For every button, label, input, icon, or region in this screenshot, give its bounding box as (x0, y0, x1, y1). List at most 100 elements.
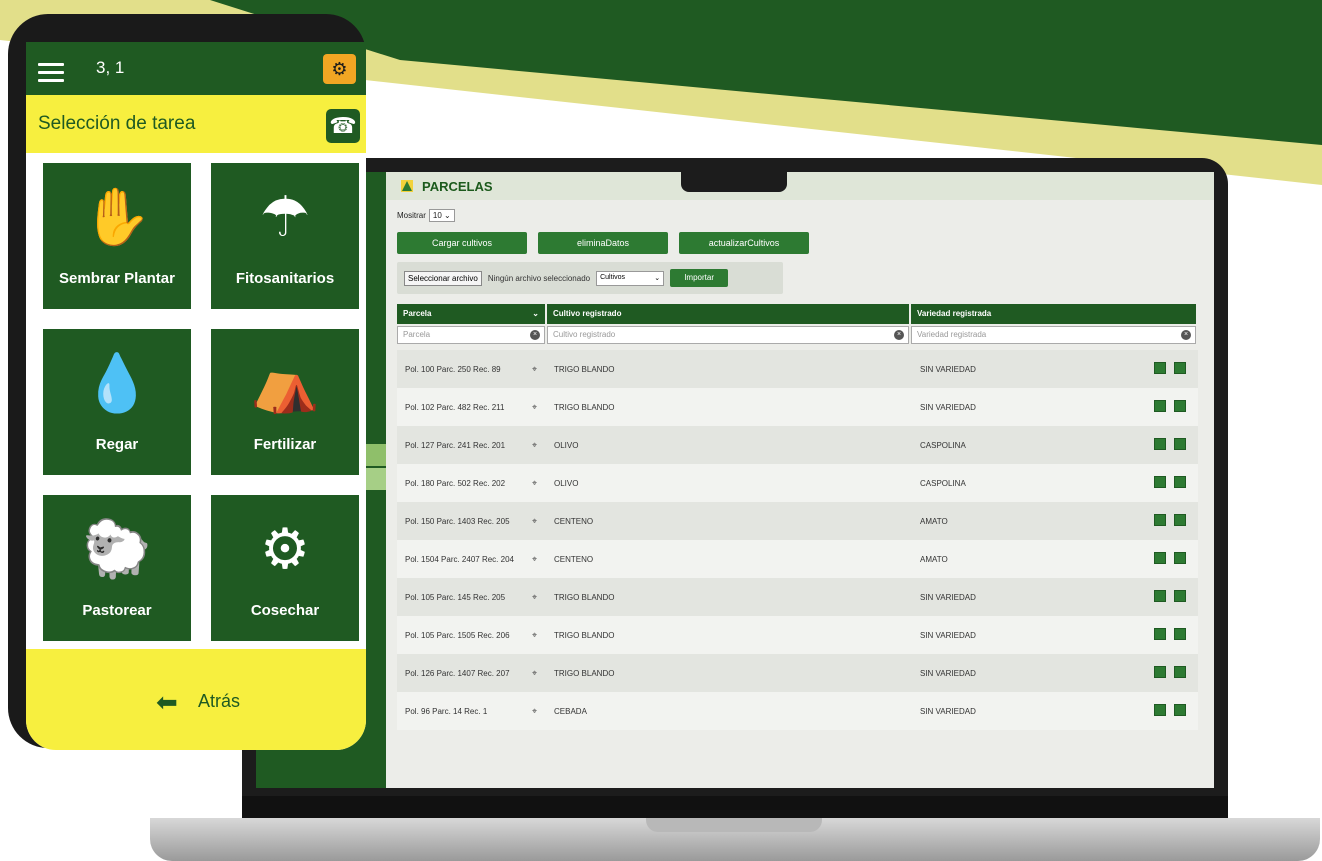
load-crops-button[interactable]: Cargar cultivos (397, 232, 527, 254)
edit-icon[interactable] (1154, 362, 1166, 374)
edit-icon[interactable] (1154, 704, 1166, 716)
edit-icon[interactable] (1154, 400, 1166, 412)
clear-icon[interactable]: × (894, 330, 904, 340)
row-actions (1154, 704, 1186, 716)
map-pin-icon[interactable]: ⌖ (532, 440, 544, 450)
edit-icon[interactable] (1154, 476, 1166, 488)
col-parcela[interactable]: Parcela ⌄ (397, 304, 545, 324)
table-row[interactable]: Pol. 105 Parc. 145 Rec. 205 ⌖ TRIGO BLANDO… (397, 578, 1198, 616)
clear-icon[interactable]: × (1181, 330, 1191, 340)
task-tile-label: Fertilizar (253, 436, 317, 453)
irrigation-icon: 💧 (82, 351, 152, 414)
map-pin-icon[interactable]: ⌖ (532, 402, 544, 412)
view-icon[interactable] (1174, 590, 1186, 602)
row-actions (1154, 476, 1186, 488)
view-icon[interactable] (1174, 400, 1186, 412)
cell-variedad: CASPOLINA (920, 440, 966, 450)
task-tile-graze[interactable]: 🐑 Pastorear (43, 495, 191, 641)
sort-icon: ⌄ (532, 309, 539, 318)
cell-parcela: Pol. 105 Parc. 145 Rec. 205 (405, 592, 506, 602)
delete-data-button[interactable]: eliminaDatos (538, 232, 668, 254)
table-row[interactable]: Pol. 180 Parc. 502 Rec. 202 ⌖ OLIVO CASPOLI… (397, 464, 1198, 502)
filter-cultivo[interactable]: Cultivo registrado × (547, 326, 909, 344)
crop-type-value: Cultivos (600, 273, 626, 281)
task-tile-phyto[interactable]: ☂ Fitosanitarios (211, 163, 359, 309)
fertilizer-bag-icon: ⛺ (250, 351, 320, 414)
map-pin-icon[interactable]: ⌖ (532, 364, 544, 374)
hamburger-menu-icon[interactable] (38, 63, 64, 82)
page-title: PARCELAS (422, 178, 493, 194)
table-row[interactable]: Pol. 1504 Parc. 2407 Rec. 204 ⌖ CENTENO AMA… (397, 540, 1198, 578)
sowing-hand-icon: ✋ (82, 185, 152, 248)
edit-icon[interactable] (1154, 666, 1166, 678)
row-actions (1154, 362, 1186, 374)
phone-frame: 3, 1 ⚙ Selección de tarea ☎ ✋ Sembrar Pl… (8, 14, 366, 750)
task-selection-bar: Selección de tarea ☎ (26, 95, 366, 153)
task-tile-label: Fitosanitarios (235, 270, 335, 287)
map-pin-icon[interactable]: ⌖ (532, 516, 544, 526)
cell-variedad: SIN VARIEDAD (920, 630, 976, 640)
row-actions (1154, 628, 1186, 640)
map-pin-icon[interactable]: ⌖ (532, 592, 544, 602)
row-actions (1154, 590, 1186, 602)
import-button[interactable]: Importar (670, 269, 729, 287)
map-pin-icon[interactable]: ⌖ (532, 706, 544, 716)
edit-icon[interactable] (1154, 438, 1166, 450)
task-tile-fertilize[interactable]: ⛺ Fertilizar (211, 329, 359, 475)
task-tile-label: Pastorear (82, 602, 152, 619)
edit-icon[interactable] (1154, 628, 1166, 640)
table-row[interactable]: Pol. 102 Parc. 482 Rec. 211 ⌖ TRIGO BLANDO… (397, 388, 1198, 426)
col-variedad[interactable]: Variedad registrada (911, 304, 1196, 324)
view-icon[interactable] (1174, 438, 1186, 450)
cell-cultivo: CENTENO (554, 516, 594, 526)
filter-variedad[interactable]: Variedad registrada × (911, 326, 1196, 344)
cell-cultivo: TRIGO BLANDO (554, 592, 615, 602)
map-pin-icon[interactable]: ⌖ (532, 630, 544, 640)
show-select[interactable]: 10 ⌄ (428, 209, 455, 222)
edit-icon[interactable] (1154, 590, 1166, 602)
task-tile-irrigate[interactable]: 💧 Regar (43, 329, 191, 475)
cell-variedad: SIN VARIEDAD (920, 592, 976, 602)
view-icon[interactable] (1174, 628, 1186, 640)
phone-topbar: 3, 1 ⚙ (26, 42, 366, 95)
filter-parcela[interactable]: Parcela × (397, 326, 545, 344)
crop-type-select[interactable]: Cultivos ⌄ (596, 270, 665, 286)
task-tile-harvest[interactable]: ⚙ Cosechar (211, 495, 359, 641)
telephone-icon[interactable]: ☎ (326, 109, 360, 143)
back-button[interactable]: ⬅ Atrás (26, 649, 366, 750)
edit-icon[interactable] (1154, 552, 1166, 564)
task-tile-sow[interactable]: ✋ Sembrar Plantar (43, 163, 191, 309)
cell-cultivo: TRIGO BLANDO (554, 402, 615, 412)
view-icon[interactable] (1174, 476, 1186, 488)
view-icon[interactable] (1174, 704, 1186, 716)
choose-file-button[interactable]: Seleccionar archivo (404, 270, 482, 286)
show-label: Mositrar (397, 211, 426, 220)
settings-gear-icon[interactable]: ⚙ (323, 54, 356, 84)
cell-cultivo: CEBADA (554, 706, 587, 716)
table-filters: Parcela × Cultivo registrado × Variedad re… (397, 326, 1198, 344)
col-cultivo[interactable]: Cultivo registrado (547, 304, 909, 324)
view-icon[interactable] (1174, 666, 1186, 678)
view-icon[interactable] (1174, 362, 1186, 374)
table-row[interactable]: Pol. 96 Parc. 14 Rec. 1 ⌖ CEBADA SIN VARIED… (397, 692, 1198, 730)
cell-cultivo: OLIVO (554, 440, 579, 450)
map-pin-icon[interactable]: ⌖ (532, 478, 544, 488)
clear-icon[interactable]: × (530, 330, 540, 340)
map-pin-icon[interactable]: ⌖ (532, 554, 544, 564)
table-row[interactable]: Pol. 150 Parc. 1403 Rec. 205 ⌖ CENTENO AMAT… (397, 502, 1198, 540)
filter-cultivo-placeholder: Cultivo registrado (553, 330, 616, 339)
table-row[interactable]: Pol. 126 Parc. 1407 Rec. 207 ⌖ TRIGO BLAND… (397, 654, 1198, 692)
map-pin-icon[interactable]: ⌖ (532, 668, 544, 678)
laptop-bezel-bottom (242, 796, 1228, 820)
table-row[interactable]: Pol. 105 Parc. 1505 Rec. 206 ⌖ TRIGO BLAND… (397, 616, 1198, 654)
table-row[interactable]: Pol. 127 Parc. 241 Rec. 201 ⌖ OLIVO CASPOLI… (397, 426, 1198, 464)
edit-icon[interactable] (1154, 514, 1166, 526)
view-icon[interactable] (1174, 552, 1186, 564)
view-icon[interactable] (1174, 514, 1186, 526)
filter-variedad-placeholder: Variedad registrada (917, 330, 987, 339)
table-row[interactable]: Pol. 100 Parc. 250 Rec. 89 ⌖ TRIGO BLANDO S… (397, 350, 1198, 388)
row-actions (1154, 400, 1186, 412)
cell-parcela: Pol. 127 Parc. 241 Rec. 201 (405, 440, 506, 450)
update-crops-button[interactable]: actualizarCultivos (679, 232, 809, 254)
task-tile-label: Cosechar (250, 602, 320, 619)
